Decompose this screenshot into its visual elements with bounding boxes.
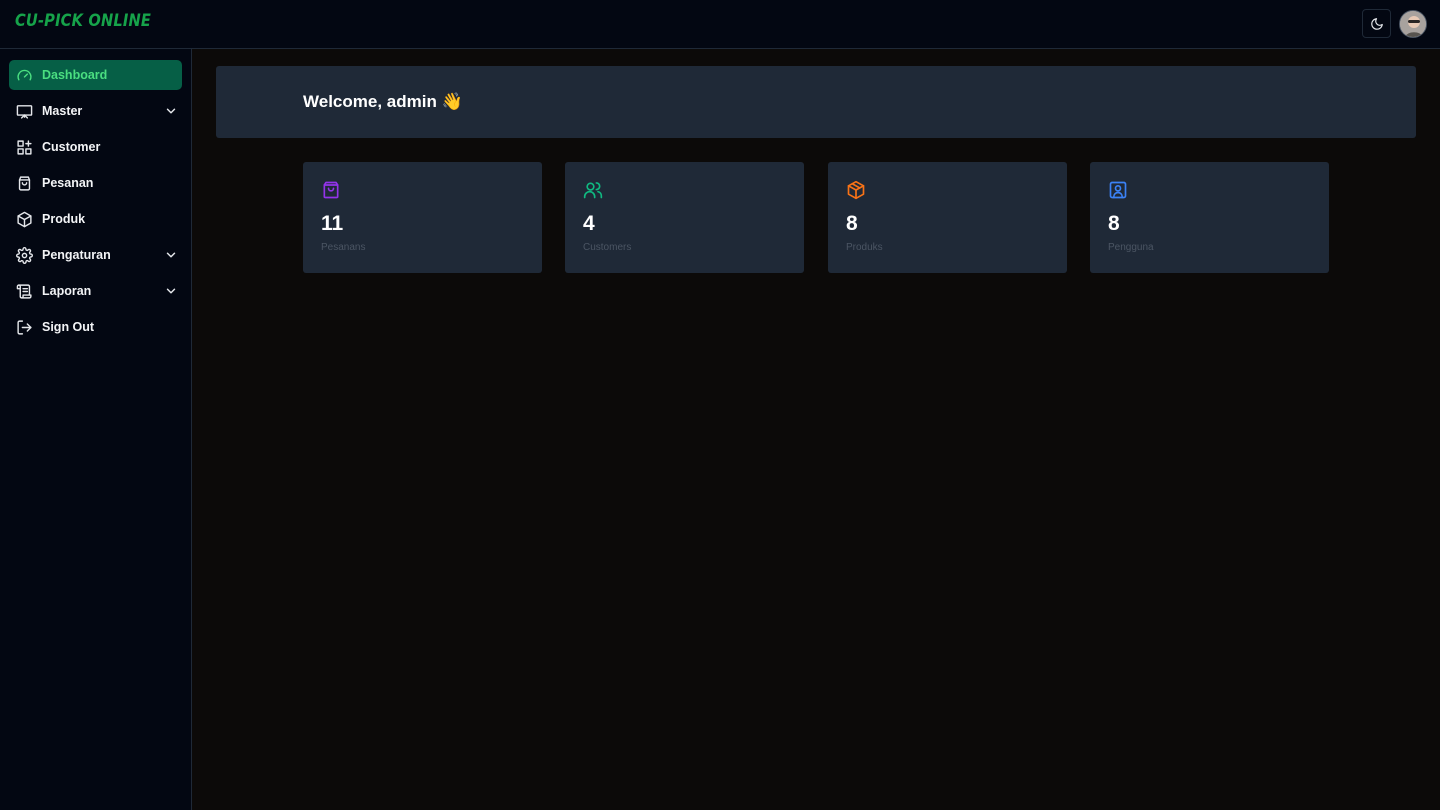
user-square-icon xyxy=(1109,181,1127,199)
sidebar-item-master[interactable]: Master xyxy=(9,96,182,126)
stat-card-customers[interactable]: 4 Customers xyxy=(565,162,804,273)
moon-icon xyxy=(1370,17,1383,30)
stat-value: 4 xyxy=(583,212,595,235)
top-bar: CU-PICK ONLINE xyxy=(0,0,1440,49)
sidebar-item-label: Laporan xyxy=(42,284,92,298)
welcome-banner: Welcome, admin 👋 xyxy=(216,66,1416,138)
stat-value: 11 xyxy=(321,212,344,235)
avatar[interactable] xyxy=(1399,10,1427,38)
stat-card-produk[interactable]: 8 Produks xyxy=(828,162,1067,273)
user-avatar-image xyxy=(1400,11,1426,37)
sidebar-item-pesanan[interactable]: Pesanan xyxy=(9,168,182,198)
presentation-icon xyxy=(15,102,33,120)
users-icon xyxy=(583,182,603,199)
stat-label: Pesanans xyxy=(321,242,366,253)
box-icon xyxy=(847,180,865,200)
sidebar-item-sign-out[interactable]: Sign Out xyxy=(9,312,182,342)
shopping-bag-icon xyxy=(323,181,339,199)
shopping-bag-icon xyxy=(15,174,33,192)
brand-logo[interactable]: CU-PICK ONLINE xyxy=(15,11,151,31)
chevron-down-icon[interactable] xyxy=(164,248,178,262)
sidebar: Dashboard Master Customer Pesanan Produk… xyxy=(0,49,192,810)
box-icon xyxy=(15,210,33,228)
sign-out-icon xyxy=(15,318,33,336)
sidebar-item-pengaturan[interactable]: Pengaturan xyxy=(9,240,182,270)
scroll-icon xyxy=(15,282,33,300)
stat-card-pengguna[interactable]: 8 Pengguna xyxy=(1090,162,1329,273)
wave-emoji: 👋 xyxy=(441,92,464,111)
sidebar-item-produk[interactable]: Produk xyxy=(9,204,182,234)
sidebar-item-label: Sign Out xyxy=(42,320,95,334)
sidebar-item-label: Customer xyxy=(42,140,101,154)
sidebar-item-customer[interactable]: Customer xyxy=(9,132,182,162)
stat-value: 8 xyxy=(1108,212,1120,235)
sidebar-item-label: Pesanan xyxy=(42,176,94,190)
stat-value: 8 xyxy=(846,212,858,235)
stat-label: Pengguna xyxy=(1108,242,1154,253)
sidebar-item-label: Master xyxy=(42,104,83,118)
grid-plus-icon xyxy=(15,138,33,156)
gauge-icon xyxy=(15,66,33,84)
sidebar-item-label: Pengaturan xyxy=(42,248,111,262)
welcome-heading: Welcome, admin 👋 xyxy=(303,92,463,112)
sidebar-item-dashboard[interactable]: Dashboard xyxy=(9,60,182,90)
stat-card-pesanan[interactable]: 11 Pesanans xyxy=(303,162,542,273)
gear-icon xyxy=(15,246,33,264)
sidebar-item-label: Dashboard xyxy=(42,68,108,82)
sidebar-item-laporan[interactable]: Laporan xyxy=(9,276,182,306)
sidebar-item-label: Produk xyxy=(42,212,86,226)
stat-label: Customers xyxy=(583,242,632,253)
chevron-down-icon[interactable] xyxy=(164,104,178,118)
theme-toggle-button[interactable] xyxy=(1362,9,1391,38)
welcome-text: Welcome, admin xyxy=(303,92,437,111)
stat-label: Produks xyxy=(846,242,883,253)
chevron-down-icon[interactable] xyxy=(164,284,178,298)
